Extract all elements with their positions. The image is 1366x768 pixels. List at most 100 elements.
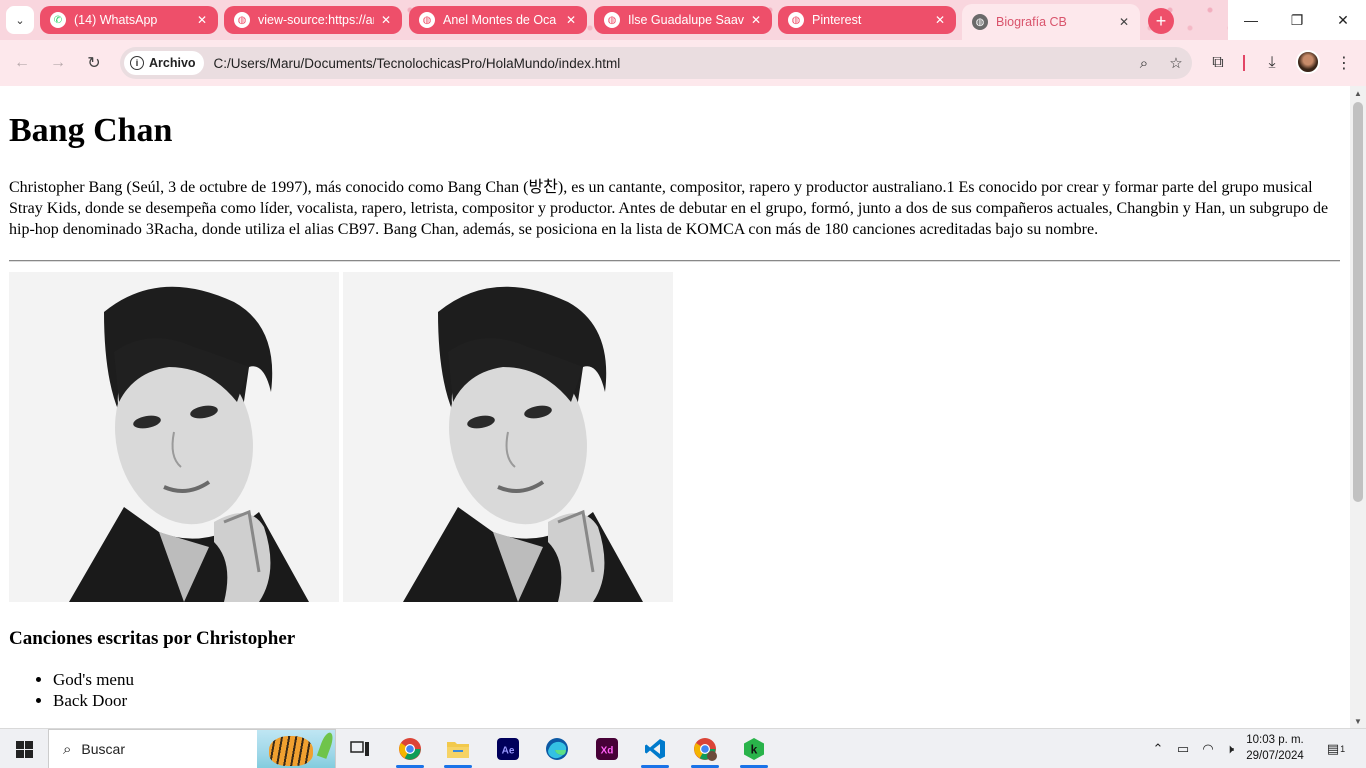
scroll-down-icon[interactable]: ▼ bbox=[1350, 714, 1366, 728]
bookmark-star-icon[interactable]: ☆ bbox=[1160, 54, 1192, 72]
forward-button[interactable]: → bbox=[44, 49, 72, 77]
close-icon[interactable]: ✕ bbox=[932, 13, 948, 27]
notification-badge: 1 bbox=[1340, 744, 1346, 754]
profile-avatar[interactable] bbox=[1296, 50, 1320, 74]
more-menu-icon[interactable]: ⋮ bbox=[1330, 49, 1358, 77]
restore-icon: ❐ bbox=[1290, 11, 1304, 28]
windows-taskbar: ⌕ Buscar Ae Xd k ⌃ ▭ ◠ 🕨 10:03 p. m. 29/… bbox=[0, 728, 1366, 768]
plus-icon: + bbox=[1155, 10, 1167, 31]
close-icon[interactable]: ✕ bbox=[378, 13, 394, 27]
svg-text:Xd: Xd bbox=[601, 746, 614, 757]
reload-icon: ↻ bbox=[87, 55, 101, 72]
search-icon: ⌕ bbox=[63, 740, 72, 758]
volume-icon[interactable]: 🕨 bbox=[1219, 729, 1241, 768]
zoom-icon[interactable]: ⌕ bbox=[1128, 55, 1160, 72]
info-icon: i bbox=[130, 56, 144, 70]
globe-icon: ◍ bbox=[234, 12, 250, 28]
portrait-photo bbox=[343, 272, 673, 602]
search-highlight-art bbox=[257, 730, 336, 768]
vertical-scrollbar[interactable]: ▲ ▼ bbox=[1350, 86, 1366, 728]
list-item: God's menu bbox=[53, 669, 1341, 690]
globe-icon: ◍ bbox=[604, 12, 620, 28]
chrome-profile-icon bbox=[694, 738, 717, 761]
tab-pinterest[interactable]: ◍ Pinterest ✕ bbox=[778, 6, 956, 34]
url-text[interactable]: C:/Users/Maru/Documents/TecnolochicasPro… bbox=[214, 56, 1128, 71]
taskbar-search[interactable]: ⌕ Buscar bbox=[48, 729, 336, 768]
scroll-thumb[interactable] bbox=[1353, 102, 1363, 502]
tab-anel[interactable]: ◍ Anel Montes de Oca ✕ bbox=[409, 6, 587, 34]
svg-text:Ae: Ae bbox=[502, 746, 515, 757]
tab-whatsapp[interactable]: ✆ (14) WhatsApp ✕ bbox=[40, 6, 218, 34]
tab-ilse[interactable]: ◍ Ilse Guadalupe Saave ✕ bbox=[594, 6, 772, 34]
extensions-icon[interactable]: ⧉ bbox=[1204, 49, 1232, 77]
taskbar-clock[interactable]: 10:03 p. m. 29/07/2024 bbox=[1240, 732, 1310, 764]
close-window-button[interactable]: ✕ bbox=[1320, 0, 1366, 40]
notifications-button[interactable]: ▤ 1 bbox=[1318, 729, 1354, 768]
tab-view-source[interactable]: ◍ view-source:https://ar ✕ bbox=[224, 6, 402, 34]
tray-overflow-chevron-icon[interactable]: ⌃ bbox=[1148, 729, 1168, 768]
arrow-right-icon: → bbox=[50, 54, 66, 71]
battery-icon[interactable]: ▭ bbox=[1172, 729, 1194, 768]
task-view-icon bbox=[350, 741, 369, 756]
wifi-icon[interactable]: ◠ bbox=[1197, 729, 1219, 768]
svg-text:k: k bbox=[751, 743, 758, 757]
download-icon[interactable]: ⤓ bbox=[1258, 49, 1286, 77]
address-bar[interactable]: i Archivo C:/Users/Maru/Documents/Tecnol… bbox=[120, 47, 1192, 79]
close-icon[interactable]: ✕ bbox=[1116, 15, 1132, 29]
tab-search-button[interactable]: ⌄ bbox=[6, 6, 34, 34]
close-icon: ✕ bbox=[1337, 11, 1349, 28]
adobe-xd-icon: Xd bbox=[596, 738, 618, 760]
taskbar-chrome-profile[interactable] bbox=[685, 729, 725, 768]
whatsapp-icon: ✆ bbox=[50, 12, 66, 28]
taskbar-adobe-xd[interactable]: Xd bbox=[587, 729, 627, 768]
k-hexagon-icon: k bbox=[744, 738, 764, 760]
globe-icon: ◍ bbox=[788, 12, 804, 28]
arrow-left-icon: ← bbox=[14, 54, 30, 71]
globe-icon: ◍ bbox=[419, 12, 435, 28]
page-viewport: Bang Chan Christopher Bang (Seúl, 3 de o… bbox=[0, 86, 1350, 728]
task-view-button[interactable] bbox=[340, 729, 380, 768]
horizontal-rule bbox=[9, 260, 1340, 262]
after-effects-icon: Ae bbox=[497, 738, 519, 760]
notification-icon: ▤ bbox=[1326, 741, 1340, 756]
songs-heading: Canciones escritas por Christopher bbox=[9, 628, 296, 649]
taskbar-file-explorer[interactable] bbox=[438, 729, 478, 768]
taskbar-chrome[interactable] bbox=[390, 729, 430, 768]
leaf-icon bbox=[316, 731, 336, 759]
photo-row bbox=[9, 272, 1341, 602]
taskbar-after-effects[interactable]: Ae bbox=[488, 729, 528, 768]
taskbar-kotlin-app[interactable]: k bbox=[734, 729, 774, 768]
back-button[interactable]: ← bbox=[8, 49, 36, 77]
tiger-icon bbox=[269, 736, 313, 766]
start-button[interactable] bbox=[0, 729, 48, 768]
portrait-photo bbox=[9, 272, 339, 602]
globe-icon: ◍ bbox=[972, 14, 988, 30]
bio-paragraph: Christopher Bang (Seúl, 3 de octubre de … bbox=[9, 179, 1329, 238]
clock-date: 29/07/2024 bbox=[1246, 750, 1304, 762]
tab-biografia-cb[interactable]: ◍ Biografía CB ✕ bbox=[962, 4, 1140, 40]
close-icon[interactable]: ✕ bbox=[748, 13, 764, 27]
page-body: Bang Chan Christopher Bang (Seúl, 3 de o… bbox=[0, 111, 1350, 711]
vscode-icon bbox=[645, 739, 665, 759]
browser-toolbar: ← → ↻ i Archivo C:/Users/Maru/Documents/… bbox=[0, 40, 1366, 86]
new-tab-button[interactable]: + bbox=[1148, 8, 1174, 34]
close-icon[interactable]: ✕ bbox=[563, 13, 579, 27]
edge-icon bbox=[546, 738, 568, 760]
chevron-down-icon: ⌄ bbox=[15, 14, 25, 27]
reload-button[interactable]: ↻ bbox=[80, 49, 108, 77]
restore-button[interactable]: ❐ bbox=[1274, 0, 1320, 40]
clock-time: 10:03 p. m. bbox=[1246, 734, 1304, 746]
chrome-icon bbox=[399, 738, 421, 760]
minimize-button[interactable]: — bbox=[1228, 0, 1274, 40]
taskbar-edge[interactable] bbox=[537, 729, 577, 768]
close-icon[interactable]: ✕ bbox=[194, 13, 210, 27]
tab-strip: ⌄ ✆ (14) WhatsApp ✕ ◍ view-source:https:… bbox=[0, 0, 1366, 40]
folder-icon bbox=[447, 742, 469, 758]
scroll-up-icon[interactable]: ▲ bbox=[1350, 86, 1366, 100]
taskbar-vscode[interactable] bbox=[635, 729, 675, 768]
site-info-chip[interactable]: i Archivo bbox=[124, 51, 204, 75]
windows-logo-icon bbox=[15, 740, 33, 758]
list-item: Back Door bbox=[53, 690, 1341, 711]
toolbar-divider bbox=[1243, 55, 1245, 71]
page-title: Bang Chan bbox=[9, 112, 173, 149]
